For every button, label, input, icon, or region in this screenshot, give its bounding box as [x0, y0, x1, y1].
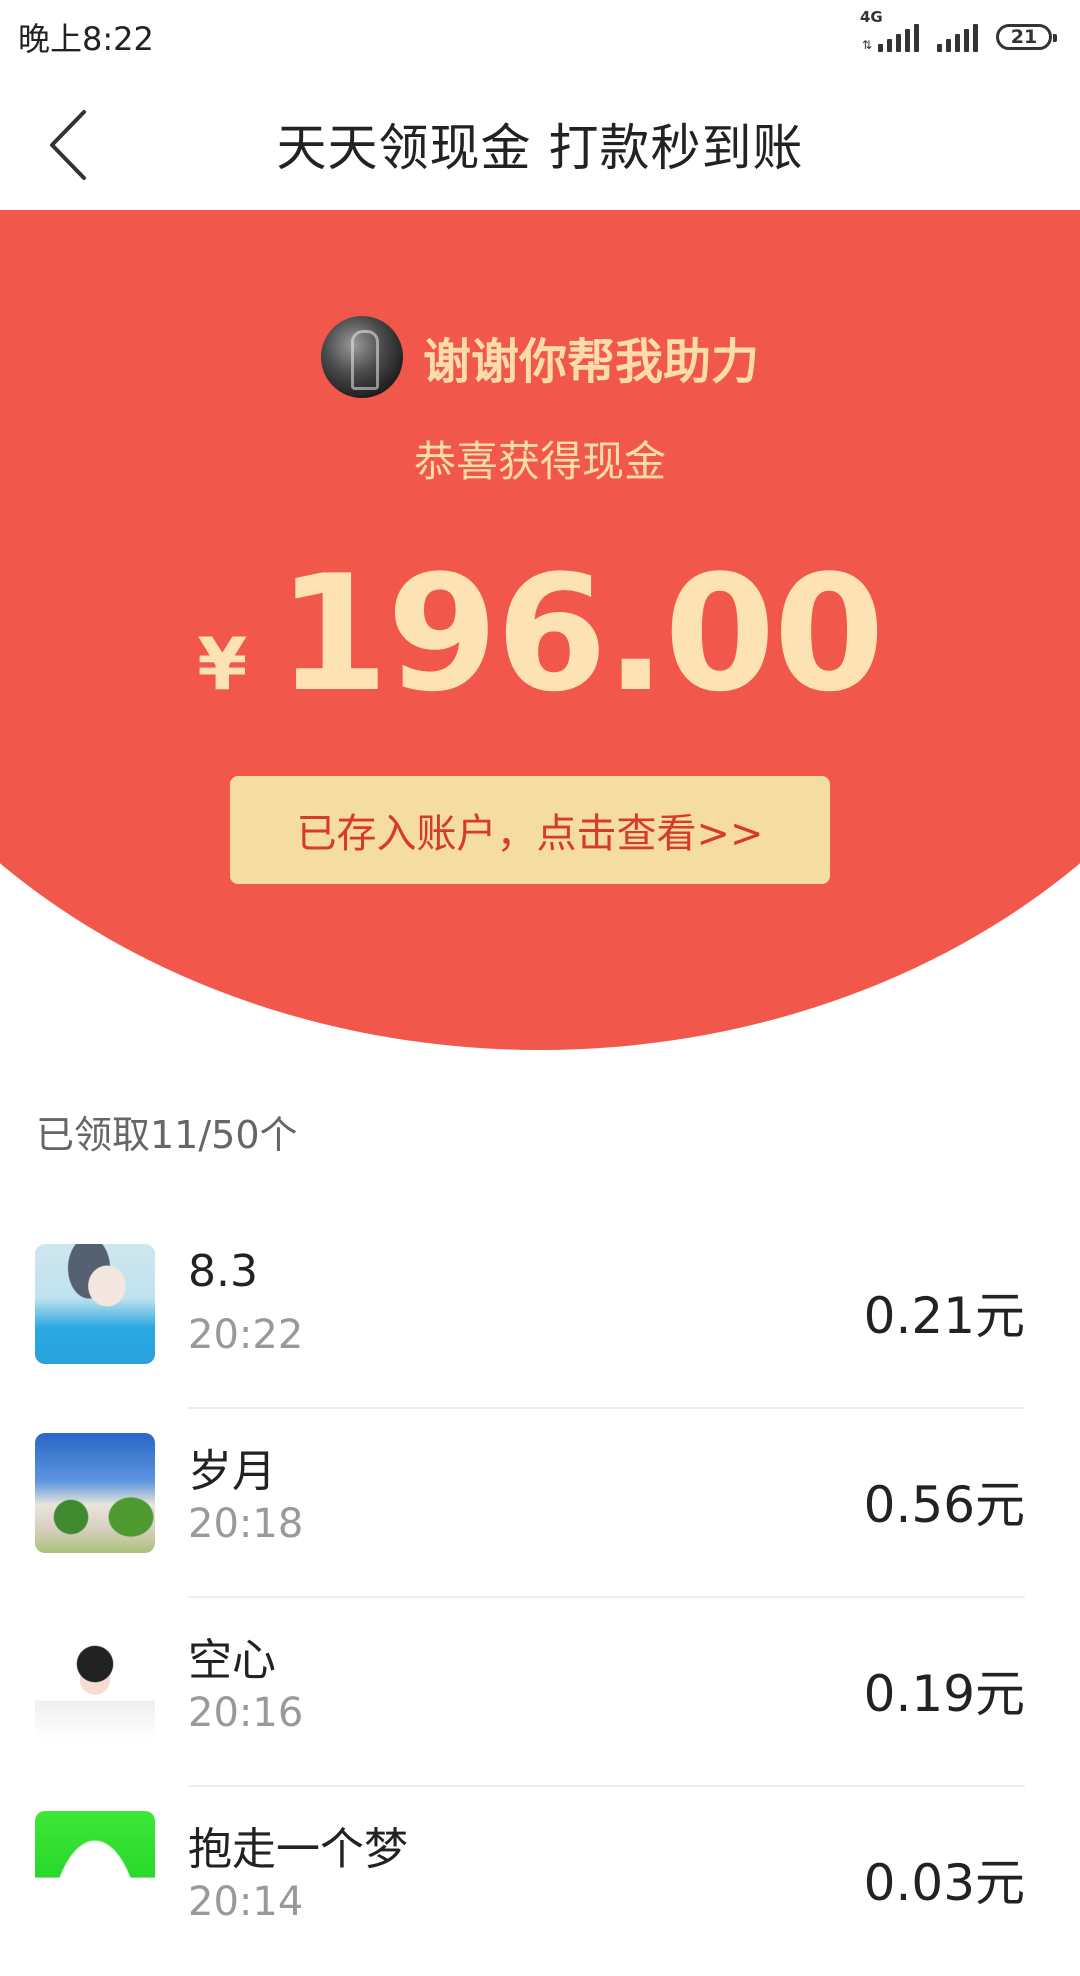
list-item[interactable]: 抱走一个梦 20:14 0.03元	[0, 1787, 1080, 1976]
avatar	[35, 1622, 155, 1742]
record-name: 抱走一个梦	[188, 1824, 408, 1875]
list-item[interactable]: 8.3 20:22 0.21元	[0, 1220, 1080, 1409]
data-arrows-icon: ⇅	[861, 38, 872, 52]
avatar	[35, 1433, 155, 1553]
status-time: 晚上8:22	[18, 20, 154, 58]
cash-amount: ¥ 196.00	[0, 540, 1080, 727]
list-item[interactable]: 空心 20:16 0.19元	[0, 1598, 1080, 1787]
record-name: 岁月	[188, 1446, 276, 1497]
record-name: 空心	[188, 1635, 276, 1686]
helper-thanks-text: 谢谢你帮我助力	[422, 334, 759, 390]
record-amount: 0.56元	[863, 1476, 1025, 1534]
page-title: 天天领现金 打款秒到账	[276, 119, 804, 177]
battery-level: 21	[1010, 26, 1038, 48]
battery-icon: 21	[996, 24, 1057, 50]
avatar	[35, 1811, 155, 1931]
view-account-button[interactable]: 已存入账户，点击查看>>	[230, 776, 830, 884]
avatar	[35, 1244, 155, 1364]
record-amount: 0.21元	[863, 1287, 1025, 1345]
congrats-text: 恭喜获得现金	[413, 437, 666, 486]
amount-value: 196.00	[277, 540, 884, 727]
status-bar: 晚上8:22 4G ⇅ 21	[0, 0, 1080, 75]
signal-4g-icon: 4G ⇅	[860, 8, 919, 52]
avatar	[320, 316, 403, 398]
record-amount: 0.19元	[863, 1665, 1025, 1723]
signal-icon	[937, 22, 978, 52]
record-time: 20:14	[188, 1879, 304, 1925]
status-icons: 4G ⇅ 21	[860, 8, 1057, 60]
cash-reward-card: 谢谢你帮我助力 恭喜获得现金 ¥ 196.00 已存入账户，点击查看>>	[0, 210, 1080, 1050]
currency-symbol: ¥	[197, 622, 248, 706]
list-item[interactable]: 岁月 20:18 0.56元	[0, 1409, 1080, 1598]
record-name: 8.3	[188, 1246, 258, 1297]
nav-header: 天天领现金 打款秒到账	[0, 75, 1080, 210]
helper-row: 谢谢你帮我助力	[0, 316, 1080, 398]
received-count: 已领取11/50个	[36, 1113, 298, 1157]
record-list: 8.3 20:22 0.21元 岁月 20:18 0.56元 空心 20:16 …	[0, 1220, 1080, 1976]
record-time: 20:22	[188, 1312, 304, 1358]
record-time: 20:18	[188, 1501, 304, 1547]
record-amount: 0.03元	[863, 1854, 1025, 1912]
network-type-label: 4G	[859, 8, 883, 26]
record-time: 20:16	[188, 1690, 304, 1736]
